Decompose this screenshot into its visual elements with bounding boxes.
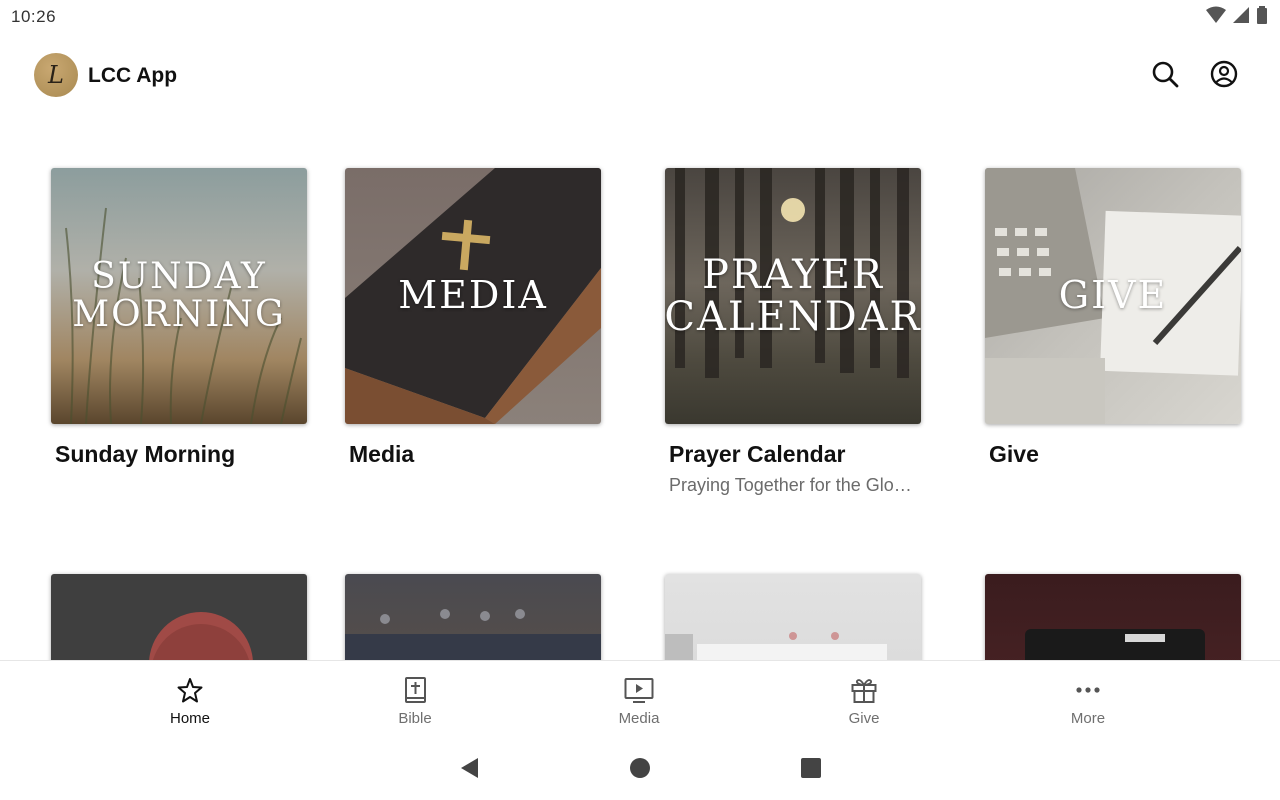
logo-letter: L [48, 61, 64, 89]
home-circle-icon [628, 756, 652, 785]
system-nav [0, 740, 1280, 800]
card-image[interactable] [985, 574, 1241, 660]
account-button[interactable] [1204, 56, 1244, 96]
image-text-line: Give [1058, 273, 1168, 318]
card-row2-3[interactable] [665, 574, 921, 660]
nav-item-give[interactable]: Give [804, 661, 924, 741]
recents-square-icon [799, 756, 823, 785]
image-text-line: Morning [72, 294, 286, 335]
card-image[interactable]: Prayer Calendar [665, 168, 921, 424]
card-image-text: Sunday Morning [51, 168, 307, 424]
app-logo[interactable]: L [34, 53, 78, 97]
bible-icon [400, 675, 430, 705]
image-text-line: Sunday [91, 256, 267, 298]
star-icon [175, 675, 205, 705]
card-image[interactable] [51, 574, 307, 660]
card-subtitle: Praying Together for the Glo… [669, 475, 912, 495]
card-row2-1[interactable] [51, 574, 307, 660]
card-row2-2[interactable] [345, 574, 601, 660]
card-title: Media [349, 441, 415, 467]
card-image[interactable]: Sunday Morning [51, 168, 307, 424]
card-image-text: Media [345, 168, 601, 424]
back-icon [457, 756, 481, 785]
nav-label: Bible [398, 710, 432, 727]
card-give[interactable]: Give Give [985, 168, 1241, 468]
card-image[interactable]: Media [345, 168, 601, 424]
card-image-text: Give [985, 168, 1241, 424]
card-title: Sunday Morning [55, 441, 236, 467]
card-media[interactable]: Media Media [345, 168, 601, 468]
home-button[interactable] [626, 756, 654, 784]
bottom-nav: Home Bible Media Give More [0, 660, 1280, 740]
nav-item-more[interactable]: More [1028, 661, 1148, 741]
nav-item-bible[interactable]: Bible [355, 661, 475, 741]
play-screen-icon [624, 675, 654, 705]
card-row2-4[interactable] [985, 574, 1241, 660]
back-button[interactable] [455, 756, 483, 784]
more-dots-icon [1073, 675, 1103, 705]
card-title: Give [989, 441, 1039, 467]
recents-button[interactable] [797, 756, 825, 784]
nav-label: Give [848, 710, 880, 727]
app-title: LCC App [88, 64, 178, 87]
card-title: Prayer Calendar [669, 441, 846, 467]
card-prayer-calendar[interactable]: Prayer Calendar Prayer Calendar Praying … [665, 168, 921, 496]
gift-icon [849, 675, 879, 705]
nav-label: Home [169, 710, 210, 727]
card-sunday-morning[interactable]: Sunday Morning Sunday Morning [51, 168, 307, 468]
card-image[interactable] [665, 574, 921, 660]
image-text-line: Prayer [701, 252, 885, 298]
search-button[interactable] [1145, 56, 1185, 96]
search-icon [1151, 60, 1179, 93]
account-circle-icon [1210, 60, 1238, 93]
image-text-line: Media [398, 273, 548, 318]
card-image-text: Prayer Calendar [665, 168, 921, 424]
nav-item-media[interactable]: Media [579, 661, 699, 741]
app-bar: L LCC App [0, 40, 1280, 112]
nav-item-home[interactable]: Home [130, 661, 250, 741]
card-image[interactable] [345, 574, 601, 660]
card-image[interactable]: Give [985, 168, 1241, 424]
nav-label: Media [618, 710, 660, 727]
image-text-line: Calendar [665, 294, 921, 340]
nav-label: More [1070, 710, 1106, 727]
